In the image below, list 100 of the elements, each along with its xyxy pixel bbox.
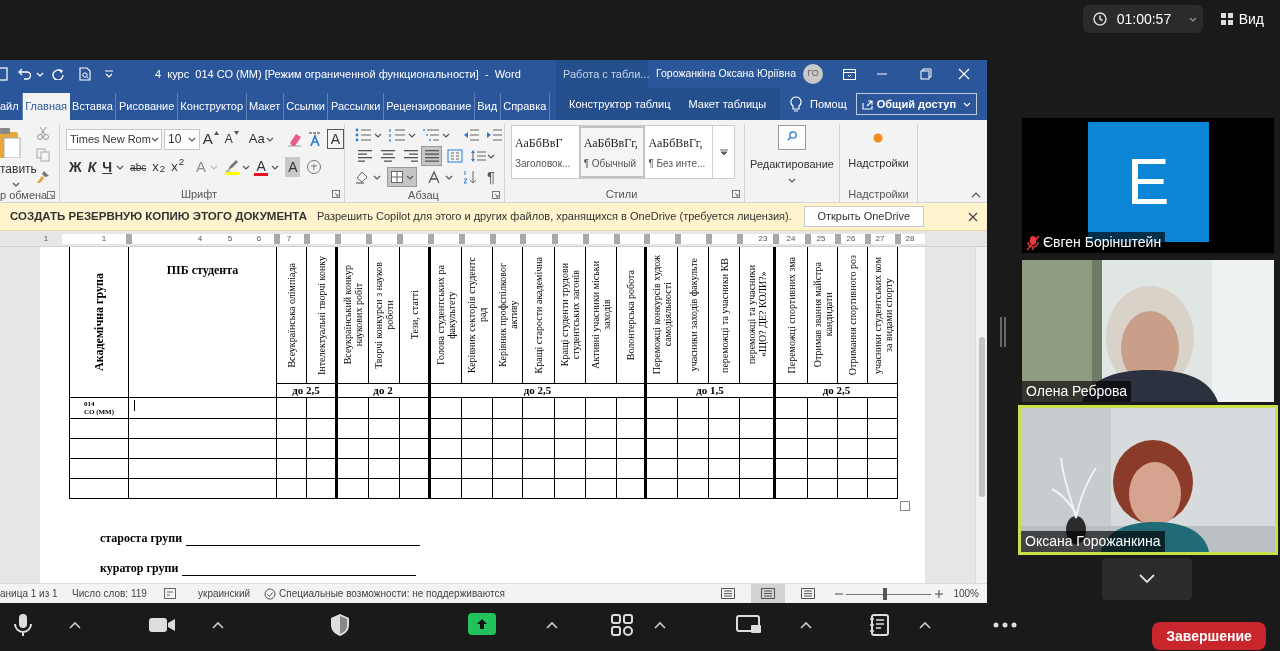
- table-cell[interactable]: [129, 459, 277, 479]
- table-cell[interactable]: [400, 398, 431, 419]
- table-cell[interactable]: [808, 398, 838, 419]
- table-cell[interactable]: [586, 459, 617, 479]
- accessibility-icon[interactable]: [264, 587, 276, 600]
- column-marker[interactable]: [644, 234, 650, 244]
- vertical-scrollbar[interactable]: [975, 247, 987, 583]
- column-marker[interactable]: [706, 234, 712, 244]
- zoom-slider-thumb[interactable]: [882, 587, 887, 600]
- table-cell[interactable]: [555, 419, 586, 439]
- table-cell[interactable]: [586, 439, 617, 459]
- dialog-launcher-icon[interactable]: [492, 191, 500, 199]
- column-marker[interactable]: [428, 234, 434, 244]
- redo-icon[interactable]: [52, 68, 64, 80]
- table-cell[interactable]: [838, 398, 868, 419]
- table-cell[interactable]: [129, 398, 277, 419]
- table-cell[interactable]: [431, 479, 462, 499]
- caret-icon[interactable]: [445, 174, 453, 180]
- table-cell[interactable]: [868, 439, 898, 459]
- timer-button[interactable]: 01:00:57: [1082, 5, 1203, 33]
- table-cell[interactable]: [523, 479, 555, 499]
- table-cell[interactable]: [555, 479, 586, 499]
- table-cell[interactable]: [462, 459, 493, 479]
- superscript-button[interactable]: x$^{2}$: [168, 157, 188, 177]
- table-cell[interactable]: [462, 419, 493, 439]
- caret-icon[interactable]: [442, 132, 450, 138]
- table-cell[interactable]: [808, 419, 838, 439]
- column-marker[interactable]: [614, 234, 620, 244]
- table-cell[interactable]: [400, 459, 431, 479]
- table-cell[interactable]: [776, 459, 808, 479]
- page-count[interactable]: аница 1 из 1: [0, 586, 72, 601]
- table-cell[interactable]: [129, 439, 277, 459]
- table-cell[interactable]: [709, 398, 740, 419]
- column-marker[interactable]: [520, 234, 526, 244]
- share-button[interactable]: Общий доступ: [855, 93, 978, 115]
- table-cell[interactable]: [523, 459, 555, 479]
- table-cell[interactable]: [307, 419, 338, 439]
- table-cell[interactable]: [740, 459, 776, 479]
- view-mode-button[interactable]: [751, 584, 786, 603]
- table-cell[interactable]: [462, 479, 493, 499]
- multilevel-list-icon[interactable]: [423, 128, 439, 142]
- caret-icon[interactable]: [271, 164, 280, 170]
- table-cell[interactable]: [617, 439, 647, 459]
- table-cell[interactable]: [400, 439, 431, 459]
- table-cell[interactable]: [617, 459, 647, 479]
- table-cell[interactable]: [808, 459, 838, 479]
- table-cell[interactable]: [678, 419, 709, 439]
- caret-icon[interactable]: [373, 174, 381, 180]
- view-button[interactable]: Вид: [1212, 5, 1272, 33]
- column-marker[interactable]: [773, 234, 779, 244]
- table-cell[interactable]: [400, 419, 431, 439]
- strikethrough-button[interactable]: abc: [127, 157, 150, 177]
- column-marker[interactable]: [552, 234, 558, 244]
- highlighter-icon[interactable]: [225, 159, 240, 172]
- end-meeting-button[interactable]: Завершение: [1152, 622, 1266, 650]
- table-cell[interactable]: [617, 479, 647, 499]
- caret-icon[interactable]: [242, 164, 251, 170]
- bullet-list-icon[interactable]: [355, 128, 371, 142]
- style-item[interactable]: АаБбВвГ Заголовок...: [512, 126, 579, 178]
- open-onedrive-button[interactable]: Открыть OneDrive: [803, 206, 924, 227]
- justify-button[interactable]: [421, 146, 442, 166]
- chevron-up-icon[interactable]: [800, 621, 812, 629]
- table-cell[interactable]: [647, 419, 678, 439]
- table-cell[interactable]: [431, 419, 462, 439]
- table-cell[interactable]: [838, 479, 868, 499]
- table-cell[interactable]: [555, 459, 586, 479]
- print-preview-icon[interactable]: [78, 67, 92, 81]
- change-case-button[interactable]: Aa: [245, 129, 277, 149]
- table-cell[interactable]: [868, 459, 898, 479]
- table-cell[interactable]: [431, 398, 462, 419]
- collapse-ribbon-icon[interactable]: [971, 192, 981, 198]
- line-spacing-icon[interactable]: [470, 149, 486, 163]
- table-cell[interactable]: [307, 459, 338, 479]
- table-cell[interactable]: [868, 419, 898, 439]
- table-cell[interactable]: [523, 398, 555, 419]
- share-screen-button[interactable]: [468, 613, 496, 635]
- clear-formatting-icon[interactable]: [286, 131, 303, 147]
- caret-icon[interactable]: [487, 153, 495, 159]
- table-cell[interactable]: [709, 419, 740, 439]
- enclose-characters-icon[interactable]: [306, 159, 323, 175]
- table-cell[interactable]: [617, 398, 647, 419]
- word-count[interactable]: Число слов: 119: [72, 586, 164, 601]
- chevron-up-icon[interactable]: [654, 621, 666, 629]
- editing-button[interactable]: Редактирование: [750, 124, 834, 186]
- table-cell[interactable]: [678, 398, 709, 419]
- add-ins-button[interactable]: Надстройки: [848, 124, 909, 186]
- table-cell[interactable]: [307, 479, 338, 499]
- grow-font-button[interactable]: A: [199, 129, 222, 149]
- table-cell[interactable]: [277, 459, 307, 479]
- table-cell[interactable]: [369, 439, 400, 459]
- table-cell[interactable]: [369, 398, 400, 419]
- caret-icon[interactable]: [408, 132, 416, 138]
- column-marker[interactable]: [490, 234, 496, 244]
- column-marker[interactable]: [459, 234, 465, 244]
- column-marker[interactable]: [126, 234, 132, 244]
- phonetic-guide-icon[interactable]: [306, 131, 323, 147]
- chevron-up-icon[interactable]: [69, 621, 81, 629]
- table-cell[interactable]: [338, 398, 369, 419]
- table-cell[interactable]: [838, 459, 868, 479]
- table-cell[interactable]: [462, 398, 493, 419]
